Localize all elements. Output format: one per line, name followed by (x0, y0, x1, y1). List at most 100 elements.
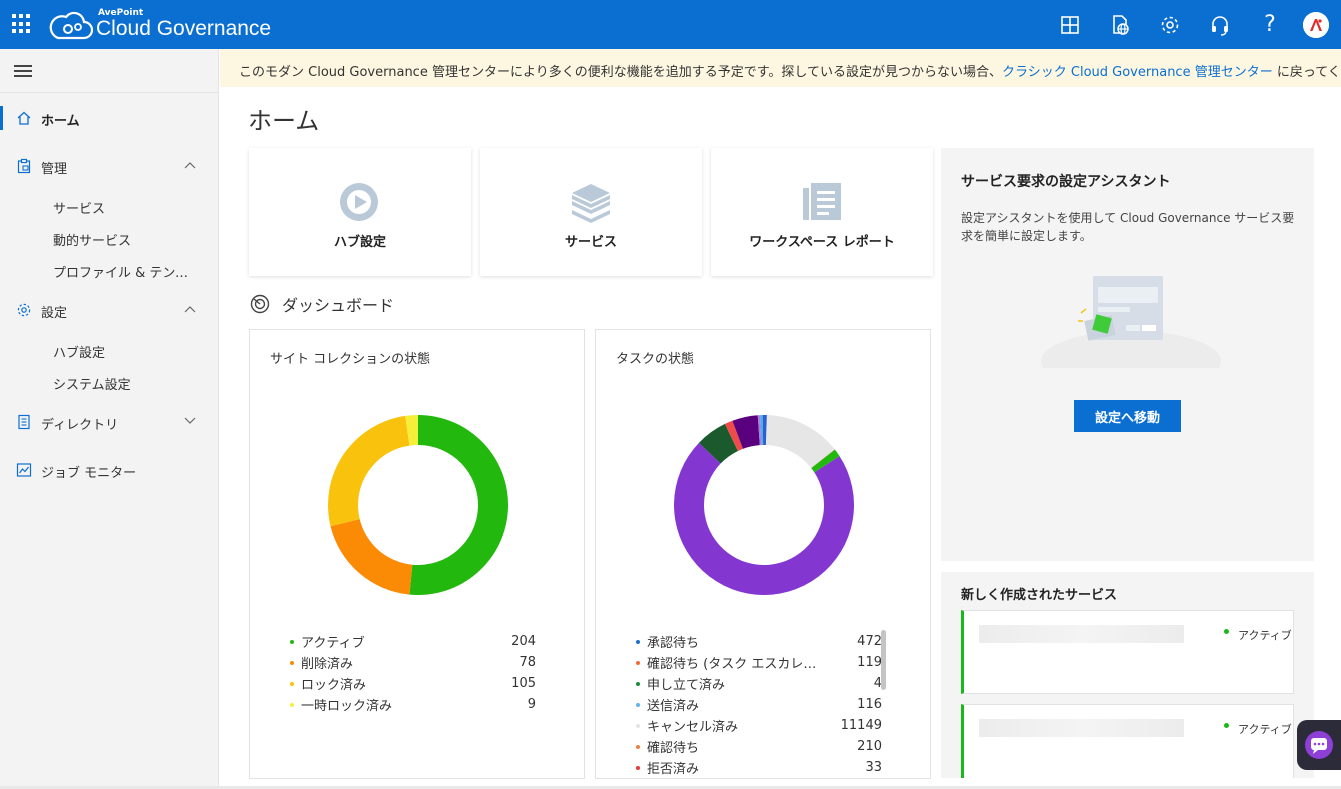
legend-label: キャンセル済み (647, 720, 739, 735)
chart-legend: アクティブ 204 削除済み 78 ロック済み 105 一時ロック済み 9 (290, 631, 536, 715)
apps-grid-icon[interactable] (12, 14, 32, 34)
sidebar-subitem-services[interactable]: サービス (53, 198, 203, 217)
status-badge: アクティブ (1224, 721, 1292, 737)
tile-services[interactable]: サービス (480, 148, 702, 276)
legend-dot (636, 723, 640, 728)
chart-icon (16, 463, 32, 477)
legend-dot (636, 639, 640, 644)
chat-icon (1305, 731, 1333, 759)
hamburger-icon[interactable] (14, 65, 32, 77)
legend-scrollbar[interactable] (881, 630, 886, 690)
chevron-down-icon[interactable] (184, 417, 196, 425)
chat-button[interactable] (1297, 720, 1341, 770)
sidebar-subitem-hub-settings[interactable]: ハブ設定 (53, 342, 203, 361)
tile-label: サービス (564, 235, 617, 250)
legend-label: 確認待ち (タスク エスカレート済み) (647, 657, 822, 672)
legend-row[interactable]: 申し立て済み 4 (636, 673, 882, 694)
legend-value: 472 (857, 634, 882, 649)
stack-icon (572, 184, 610, 223)
service-card[interactable]: アクティブ (961, 704, 1294, 778)
sidebar-item-label: 設定 (41, 306, 68, 321)
chart-title: タスクの状態 (616, 352, 695, 367)
donut-slice-1[interactable] (330, 519, 413, 595)
legend-row[interactable]: アクティブ 204 (290, 631, 536, 652)
globe-document-icon[interactable] (1095, 0, 1145, 49)
banner-text: このモダン Cloud Governance 管理センターにより多くの便利な機能… (239, 65, 1003, 80)
legend-dot (636, 681, 640, 686)
legend-label: 申し立て済み (647, 678, 726, 693)
chart-card-site-collections: サイト コレクションの状態 アクティブ 204 削除済み 78 ロック済み 105 一時ロッ… (249, 329, 585, 779)
headset-icon[interactable] (1195, 0, 1245, 49)
report-icon (803, 183, 841, 220)
legend-row[interactable]: 確認待ち (タスク エスカレート済み) 119 (636, 652, 882, 673)
new-services-panel: 新しく作成されたサービス アクティブ アクティブ (941, 572, 1314, 778)
legend-row[interactable]: 承認待ち 472 (636, 631, 882, 652)
status-text: アクティブ (1238, 723, 1292, 736)
legend-label: アクティブ (301, 636, 365, 651)
legend-row[interactable]: ロック済み 105 (290, 673, 536, 694)
tile-hub-settings[interactable]: ハブ設定 (249, 148, 471, 276)
legend-value: 105 (511, 676, 536, 691)
legend-value: 204 (511, 634, 536, 649)
legend-row[interactable]: 削除済み 78 (290, 652, 536, 673)
donut-slice[interactable] (674, 442, 854, 595)
question-icon[interactable]: ? (1245, 0, 1295, 49)
sidebar-item-label: ディレクトリ (41, 418, 119, 433)
legend-row[interactable]: 確認待ち 210 (636, 736, 882, 757)
sidebar-item-directory[interactable]: ディレクトリ (0, 406, 219, 438)
legend-value: 116 (857, 697, 882, 712)
task-status-donut[interactable] (669, 410, 859, 600)
clipboard-icon (17, 158, 31, 174)
dashboard-title: ダッシュボード (282, 296, 395, 315)
sidebar-item-management[interactable]: 管理 (0, 150, 219, 182)
sidebar: ホーム 管理 サービス 動的サービス プロファイル & テンプレート 設定 ハブ… (0, 49, 219, 789)
legend-label: 一時ロック済み (301, 699, 393, 714)
go-to-settings-button[interactable]: 設定へ移動 (1074, 400, 1181, 432)
sidebar-subitem-dynamic-services[interactable]: 動的サービス (53, 230, 203, 249)
site-collections-donut[interactable] (323, 410, 513, 600)
sidebar-item-job-monitor[interactable]: ジョブ モニター (0, 454, 219, 486)
legend-row[interactable]: 一時ロック済み 9 (290, 694, 536, 715)
info-banner: このモダン Cloud Governance 管理センターにより多くの便利な機能… (220, 49, 1341, 87)
list-icon (18, 414, 30, 430)
cloud-gear-logo-icon (49, 11, 94, 40)
legend-label: 拒否済み (647, 762, 700, 777)
app-logo[interactable]: AvePoint Cloud Governance (48, 6, 271, 44)
sidebar-item-settings[interactable]: 設定 (0, 294, 219, 326)
chart-title: サイト コレクションの状態 (270, 352, 431, 367)
page-title: ホーム (248, 107, 320, 135)
sidebar-subitem-system-settings[interactable]: システム設定 (53, 374, 203, 393)
gear-icon[interactable] (1145, 0, 1195, 49)
chevron-up-icon[interactable] (184, 305, 196, 313)
legend-row[interactable]: キャンセル済み 11149 (636, 715, 882, 736)
legend-dot (636, 765, 640, 770)
divider (0, 92, 219, 93)
legend-label: 承認待ち (647, 636, 700, 651)
chevron-up-icon[interactable] (184, 161, 196, 169)
classic-center-link[interactable]: クラシック Cloud Governance 管理センター (1002, 65, 1273, 80)
tile-label: ワークスペース レポート (749, 235, 895, 250)
service-name-placeholder (979, 625, 1184, 643)
status-text: アクティブ (1238, 629, 1292, 642)
legend-value: 119 (857, 655, 882, 670)
sidebar-item-home[interactable]: ホーム (0, 102, 219, 134)
legend-row[interactable]: 送信済み 116 (636, 694, 882, 715)
service-card[interactable]: アクティブ (961, 610, 1294, 694)
legend-dot (290, 639, 294, 644)
grid-icon[interactable] (1045, 0, 1095, 49)
avatar[interactable] (1303, 11, 1329, 38)
donut-slice-2[interactable] (328, 415, 410, 527)
assistant-description: 設定アシスタントを使用して Cloud Governance サービス要求を簡単… (961, 211, 1295, 243)
sidebar-subitem-profiles-templates[interactable]: プロファイル & テンプレート (53, 262, 189, 281)
hub-icon (340, 183, 378, 221)
legend-label: 確認待ち (647, 741, 700, 756)
chart-legend: 承認待ち 472 確認待ち (タスク エスカレート済み) 119 申し立て済み 4 送信済み… (636, 631, 882, 778)
brand-name: AvePoint (98, 8, 144, 18)
legend-dot (636, 660, 640, 665)
legend-dot (290, 681, 294, 686)
legend-row[interactable]: 拒否済み 33 (636, 757, 882, 778)
legend-dot (636, 702, 640, 707)
donut-slice-0[interactable] (409, 415, 508, 595)
new-services-title: 新しく作成されたサービス (961, 588, 1118, 603)
tile-workspace-report[interactable]: ワークスペース レポート (711, 148, 933, 276)
